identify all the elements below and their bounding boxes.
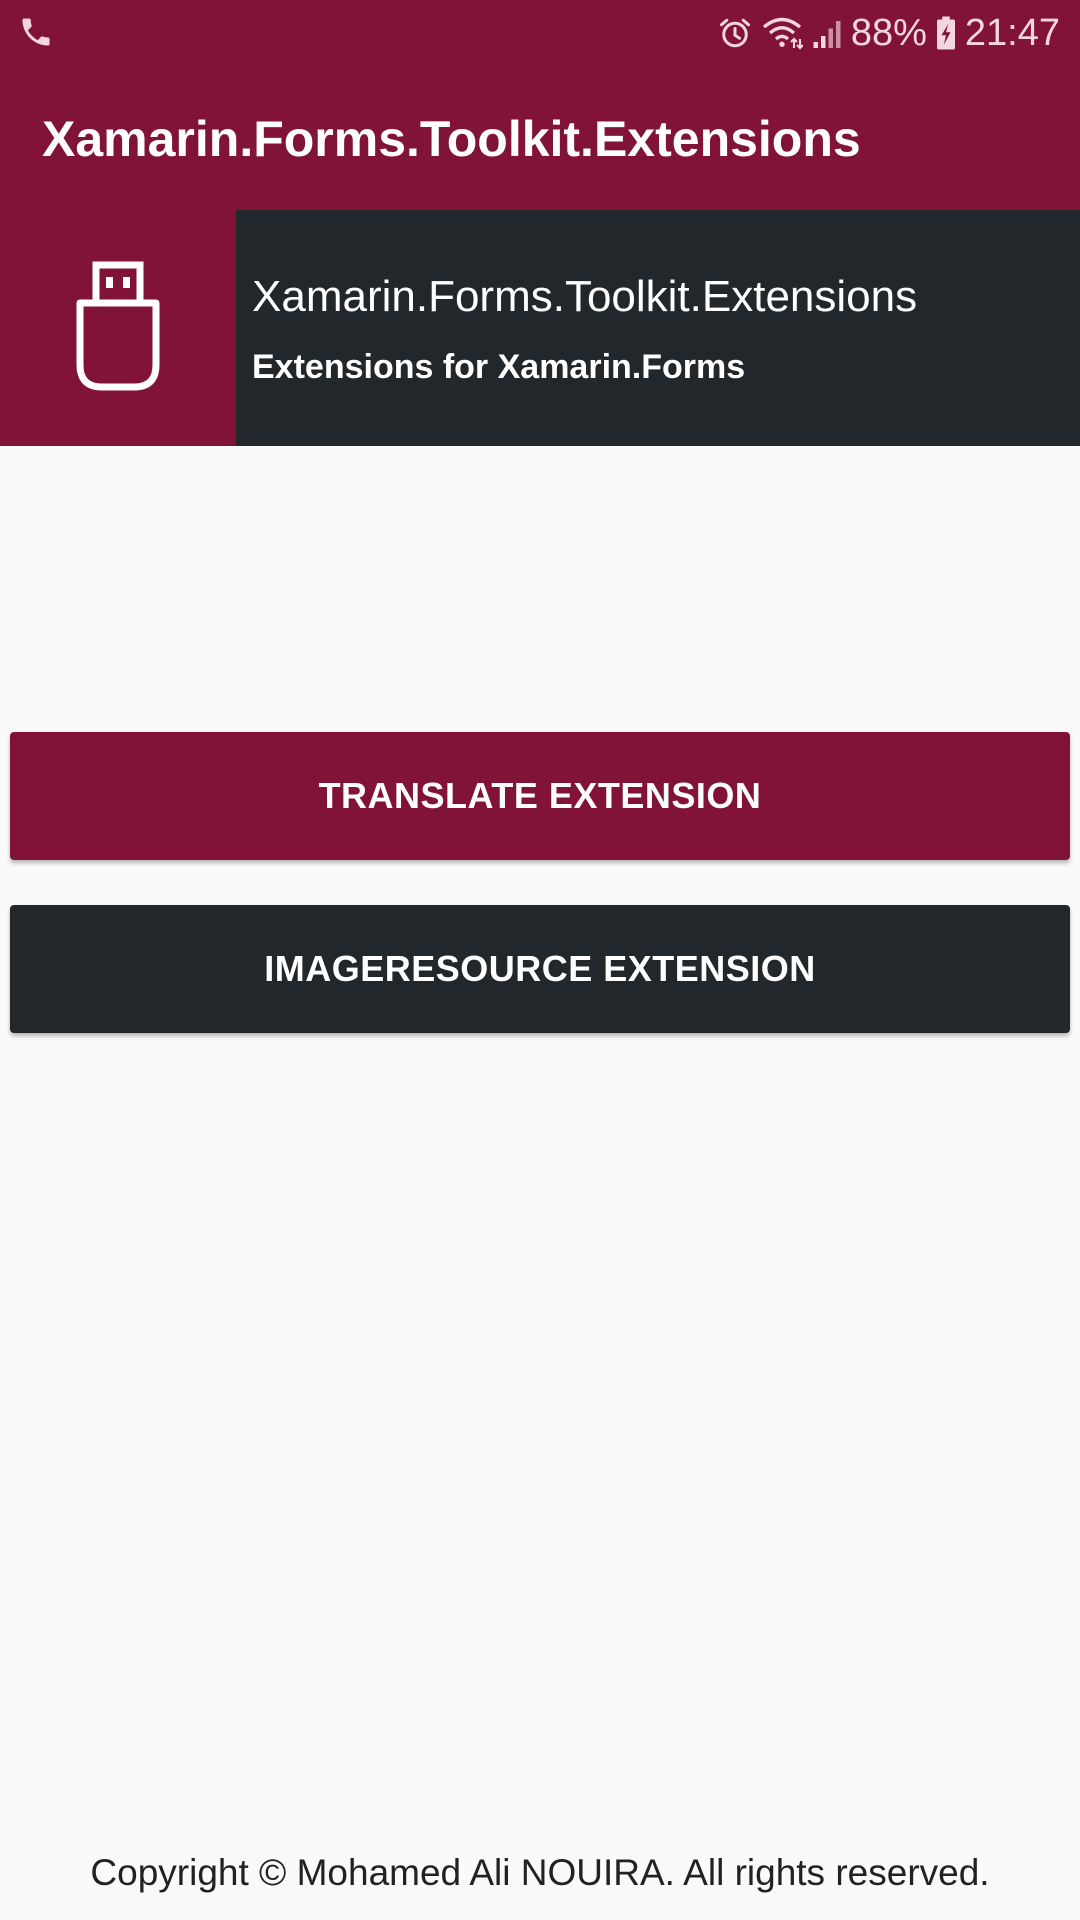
header-subtitle: Extensions for Xamarin.Forms <box>252 348 746 386</box>
header-info-panel: Xamarin.Forms.Toolkit.Extensions Extensi… <box>236 210 1080 446</box>
alarm-icon <box>717 15 753 51</box>
header-logo-panel <box>0 210 236 446</box>
clock-time: 21:47 <box>964 11 1060 54</box>
phone-icon <box>18 14 54 50</box>
signal-icon <box>811 15 843 51</box>
status-bar: 88% 21:47 <box>0 0 1080 66</box>
status-indicators: 88% 21:47 <box>717 0 1060 66</box>
translate-extension-button[interactable]: TRANSLATE EXTENSION <box>10 732 1070 860</box>
battery-percent: 88% <box>850 11 927 54</box>
toolbar-title: Xamarin.Forms.Toolkit.Extensions <box>42 111 861 167</box>
header-banner: Xamarin.Forms.Toolkit.Extensions Extensi… <box>0 210 1080 446</box>
wifi-icon <box>761 15 803 51</box>
header-title: Xamarin.Forms.Toolkit.Extensions <box>252 272 918 321</box>
usb-drive-icon <box>76 261 160 396</box>
battery-charging-icon <box>935 15 957 51</box>
imageresource-extension-button[interactable]: IMAGERESOURCE EXTENSION <box>10 905 1070 1033</box>
footer-copyright: Copyright © Mohamed Ali NOUIRA. All righ… <box>90 1852 990 1893</box>
app-toolbar: Xamarin.Forms.Toolkit.Extensions <box>0 66 1080 210</box>
